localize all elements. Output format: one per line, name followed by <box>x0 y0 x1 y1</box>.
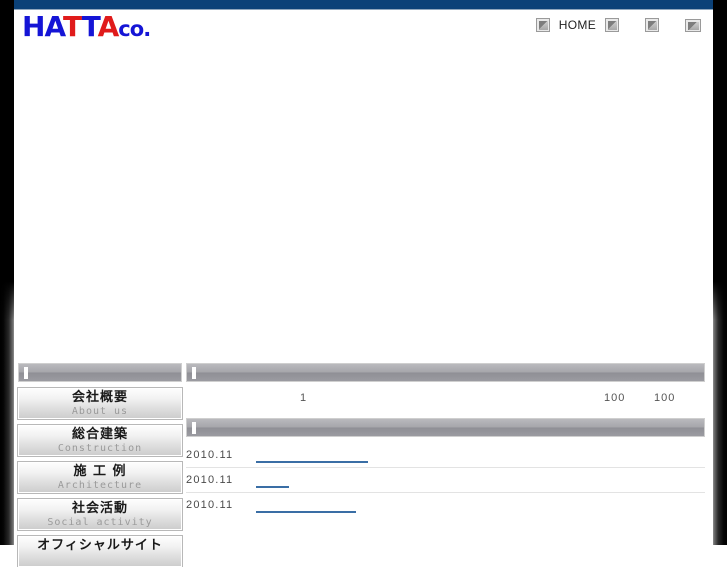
home-link-label[interactable]: HOME <box>559 18 596 32</box>
broken-image-icon-home[interactable] <box>535 18 550 32</box>
main-column: 1 100 100 2010.11 2010.11 2010.11 <box>186 363 705 517</box>
banner-placeholder <box>14 48 713 363</box>
sidebar-item-label-en: Social activity <box>47 517 153 528</box>
news-link[interactable] <box>256 498 356 513</box>
news-row: 2010.11 <box>186 493 705 517</box>
page-canvas: HATTAco. HOME 会社概要 About us 総合建築 Constru… <box>14 0 713 567</box>
site-logo[interactable]: HATTAco. <box>22 12 174 42</box>
sidebar-item-official-site[interactable]: オフィシャルサイト <box>17 535 183 567</box>
sidebar-item-label-ja: 総合建築 <box>71 427 128 442</box>
sidebar-item-label-en: Architecture <box>57 480 143 491</box>
sidebar-item-label-ja: 社会活動 <box>71 501 128 516</box>
sidebar-section-bar <box>18 363 182 382</box>
news-section-bar <box>186 418 705 437</box>
sidebar-item-social-activity[interactable]: 社会活動 Social activity <box>17 498 183 531</box>
sidebar-item-label-en: About us <box>71 406 129 417</box>
logo-text: HATTAco. <box>22 12 151 42</box>
info-cell-2: 100 <box>604 392 626 404</box>
site-header: HATTAco. HOME <box>14 10 713 48</box>
info-cell-1: 1 <box>300 392 308 404</box>
section-tick-icon <box>192 367 196 379</box>
utility-nav: HOME <box>535 14 701 36</box>
right-edge-shade <box>711 0 727 545</box>
top-accent-bar <box>14 0 713 10</box>
news-list: 2010.11 2010.11 2010.11 <box>186 443 705 517</box>
news-link[interactable] <box>256 473 289 488</box>
news-row: 2010.11 <box>186 468 705 493</box>
sidebar-item-label-ja: 会社概要 <box>71 390 128 405</box>
sidebar-item-label-ja: 施 工 例 <box>73 464 127 479</box>
sidebar: 会社概要 About us 総合建築 Construction 施 工 例 Ar… <box>17 363 183 567</box>
news-section-bar-wrap <box>186 418 705 437</box>
broken-image-icon-1[interactable] <box>605 18 619 32</box>
sidebar-item-architecture[interactable]: 施 工 例 Architecture <box>17 461 183 494</box>
sidebar-item-label-en: Construction <box>57 443 143 454</box>
news-row: 2010.11 <box>186 443 705 468</box>
news-date: 2010.11 <box>186 499 234 511</box>
news-date: 2010.11 <box>186 449 234 461</box>
info-cell-3: 100 <box>654 392 676 404</box>
page-root: HATTAco. HOME 会社概要 About us 総合建築 Constru… <box>0 0 727 567</box>
sidebar-item-about-us[interactable]: 会社概要 About us <box>17 387 183 420</box>
sidebar-item-construction[interactable]: 総合建築 Construction <box>17 424 183 457</box>
broken-image-icon-2[interactable] <box>645 18 659 32</box>
section-tick-icon <box>192 422 196 434</box>
info-section-bar <box>186 363 705 382</box>
section-tick-icon <box>24 367 28 379</box>
info-row: 1 100 100 <box>186 382 705 410</box>
content-columns: 会社概要 About us 総合建築 Construction 施 工 例 Ar… <box>14 363 713 567</box>
news-date: 2010.11 <box>186 474 234 486</box>
sidebar-item-label-ja: オフィシャルサイト <box>37 538 163 553</box>
broken-image-icon-mail[interactable] <box>685 18 701 32</box>
news-link[interactable] <box>256 448 368 463</box>
